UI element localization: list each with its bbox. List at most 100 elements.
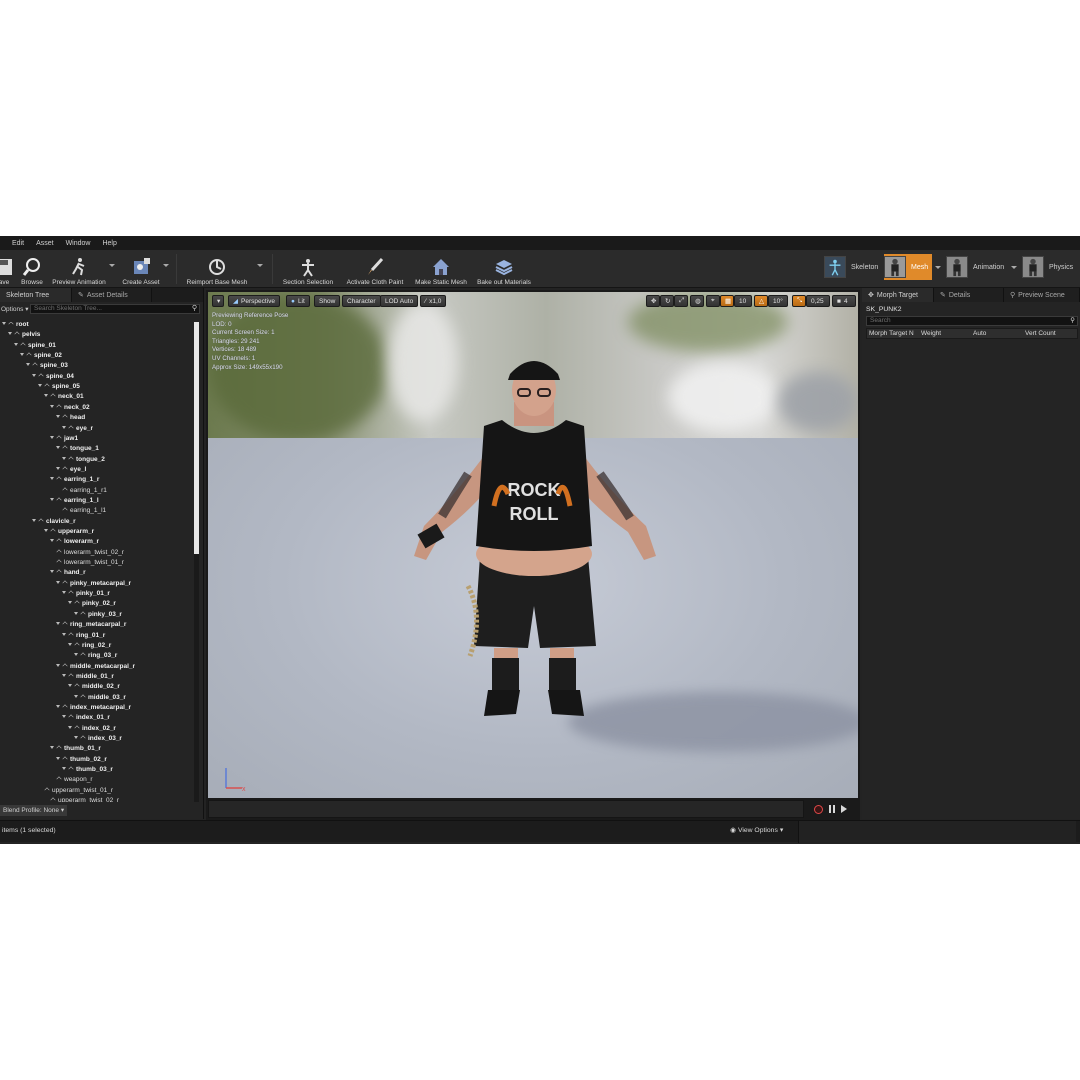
bone-row[interactable]: pinky_02_r	[68, 599, 116, 609]
expand-arrow-icon[interactable]	[56, 415, 60, 419]
bone-row[interactable]: thumb_01_r	[50, 744, 101, 754]
bone-row[interactable]: middle_01_r	[62, 672, 114, 682]
bone-row[interactable]: lowerarm_twist_01_r	[56, 558, 124, 568]
column-morph-target-name[interactable]: Morph Target N	[869, 330, 914, 337]
expand-arrow-icon[interactable]	[50, 746, 54, 750]
skeleton-mode-button[interactable]: Skeleton	[824, 254, 878, 280]
tab-morph-target[interactable]: ✥ Morph Target	[862, 288, 934, 302]
expand-arrow-icon[interactable]	[56, 663, 60, 667]
bake-out-materials-button[interactable]: Bake out Materials	[474, 252, 534, 286]
expand-arrow-icon[interactable]	[62, 456, 66, 460]
animation-mode-button[interactable]: Animation	[946, 254, 1004, 280]
bone-row[interactable]: hand_r	[50, 568, 86, 578]
bone-row[interactable]: lowerarm_twist_02_r	[56, 548, 124, 558]
playback-speed-button[interactable]: ⁄ x1,0	[420, 295, 447, 307]
camera-speed-dropdown[interactable]: ■ 4	[832, 295, 856, 307]
skeleton-search-input[interactable]: Search Skeleton Tree... ⚲	[30, 304, 200, 314]
bone-row[interactable]: ring_01_r	[62, 631, 105, 641]
bone-row[interactable]: index_02_r	[68, 724, 116, 734]
tree-scrollbar-thumb[interactable]	[194, 322, 199, 554]
expand-arrow-icon[interactable]	[74, 736, 78, 739]
make-static-mesh-button[interactable]: Make Static Mesh	[412, 252, 470, 286]
expand-arrow-icon[interactable]	[62, 632, 66, 636]
reimport-dropdown-icon[interactable]	[257, 264, 263, 267]
expand-arrow-icon[interactable]	[8, 332, 12, 336]
bone-row[interactable]: pinky_01_r	[62, 589, 110, 599]
expand-arrow-icon[interactable]	[74, 653, 78, 657]
surface-snap-button[interactable]: ⌖	[706, 295, 720, 307]
scale-tool-button[interactable]: ⤢	[674, 295, 688, 307]
show-button[interactable]: Show	[314, 295, 341, 307]
lit-button[interactable]: ● Lit	[286, 295, 310, 307]
bone-row[interactable]: pinky_03_r	[74, 610, 122, 620]
preview-animation-dropdown-icon[interactable]	[109, 264, 115, 267]
bone-row[interactable]: jaw1	[50, 434, 78, 444]
bone-row[interactable]: upperarm_twist_01_r	[44, 786, 113, 796]
tab-skeleton-tree[interactable]: Skeleton Tree	[0, 288, 72, 302]
3d-viewport[interactable]: ROCK ROLL ▾ ◢ Perspective ● Lit Show Chara…	[208, 292, 858, 798]
bone-row[interactable]: tongue_2	[62, 455, 105, 465]
section-selection-button[interactable]: Section Selection	[280, 252, 336, 286]
mesh-mode-button[interactable]: Mesh	[884, 254, 933, 280]
translate-tool-button[interactable]: ✥	[646, 295, 660, 307]
physics-mode-button[interactable]: Physics	[1022, 254, 1073, 280]
create-asset-dropdown-icon[interactable]	[163, 264, 169, 267]
bone-row[interactable]: earring_1_l	[50, 496, 99, 506]
bone-row[interactable]: pinky_metacarpal_r	[56, 579, 131, 589]
menu-asset[interactable]: Asset	[36, 240, 54, 247]
bone-row[interactable]: thumb_02_r	[56, 755, 107, 765]
bone-row[interactable]: neck_01	[44, 392, 84, 402]
expand-arrow-icon[interactable]	[56, 580, 60, 584]
grid-size-dropdown[interactable]: 10	[734, 295, 752, 307]
browse-button[interactable]: Browse	[18, 252, 46, 286]
column-weight[interactable]: Weight	[921, 330, 941, 337]
world-local-button[interactable]: ◍	[690, 295, 704, 307]
expand-arrow-icon[interactable]	[44, 394, 48, 398]
bone-row[interactable]: ring_metacarpal_r	[56, 620, 126, 630]
bone-row[interactable]: ring_03_r	[74, 651, 117, 661]
bone-row[interactable]: eye_r	[62, 424, 93, 434]
activate-cloth-paint-button[interactable]: Activate Cloth Paint	[342, 252, 408, 286]
expand-arrow-icon[interactable]	[50, 497, 54, 501]
expand-arrow-icon[interactable]	[50, 477, 54, 481]
viewport-options-button[interactable]: ▾	[212, 295, 224, 307]
bone-row[interactable]: upperarm_r	[44, 527, 94, 537]
expand-arrow-icon[interactable]	[56, 622, 60, 626]
bone-row[interactable]: earring_1_r1	[62, 486, 107, 496]
bone-row[interactable]: spine_03	[26, 361, 68, 371]
animation-timeline[interactable]	[208, 800, 804, 818]
bone-row[interactable]: index_01_r	[62, 713, 110, 723]
bone-row[interactable]: pelvis	[8, 330, 40, 340]
bone-row[interactable]: earring_1_l1	[62, 506, 106, 516]
bone-row[interactable]: spine_04	[32, 372, 74, 382]
expand-arrow-icon[interactable]	[68, 642, 72, 646]
bone-row[interactable]: head	[56, 413, 85, 423]
expand-arrow-icon[interactable]	[62, 715, 66, 719]
bone-row[interactable]: earring_1_r	[50, 475, 99, 485]
expand-arrow-icon[interactable]	[44, 529, 48, 532]
reimport-base-mesh-button[interactable]: Reimport Base Mesh	[184, 252, 250, 286]
bone-row[interactable]: index_03_r	[74, 734, 122, 744]
expand-arrow-icon[interactable]	[62, 673, 66, 677]
bone-row[interactable]: thumb_03_r	[62, 765, 113, 775]
create-asset-button[interactable]: Create Asset	[120, 252, 162, 286]
expand-arrow-icon[interactable]	[68, 684, 72, 688]
bone-row[interactable]: weapon_r	[56, 775, 93, 785]
view-options-button[interactable]: ◉ View Options ▾	[730, 826, 783, 835]
tab-asset-details[interactable]: ✎ Asset Details	[72, 288, 152, 302]
menu-window[interactable]: Window	[66, 240, 91, 247]
scale-snap-dropdown[interactable]: 0,25	[806, 295, 830, 307]
blend-profile-dropdown[interactable]: Blend Profile: None ▾	[0, 805, 68, 816]
bone-row[interactable]: spine_02	[20, 351, 62, 361]
bone-row[interactable]: clavicle_r	[32, 517, 76, 527]
expand-arrow-icon[interactable]	[14, 342, 18, 346]
character-mesh[interactable]: ROCK ROLL	[384, 356, 684, 736]
pause-button[interactable]	[829, 805, 835, 813]
expand-arrow-icon[interactable]	[50, 435, 54, 439]
bone-row[interactable]: eye_l	[56, 465, 86, 475]
preview-animation-button[interactable]: Preview Animation	[50, 252, 108, 286]
bone-row[interactable]: middle_metacarpal_r	[56, 662, 135, 672]
rotation-snap-toggle[interactable]: △	[754, 295, 768, 307]
animation-mode-dropdown-icon[interactable]	[1011, 266, 1017, 269]
expand-arrow-icon[interactable]	[68, 601, 72, 605]
